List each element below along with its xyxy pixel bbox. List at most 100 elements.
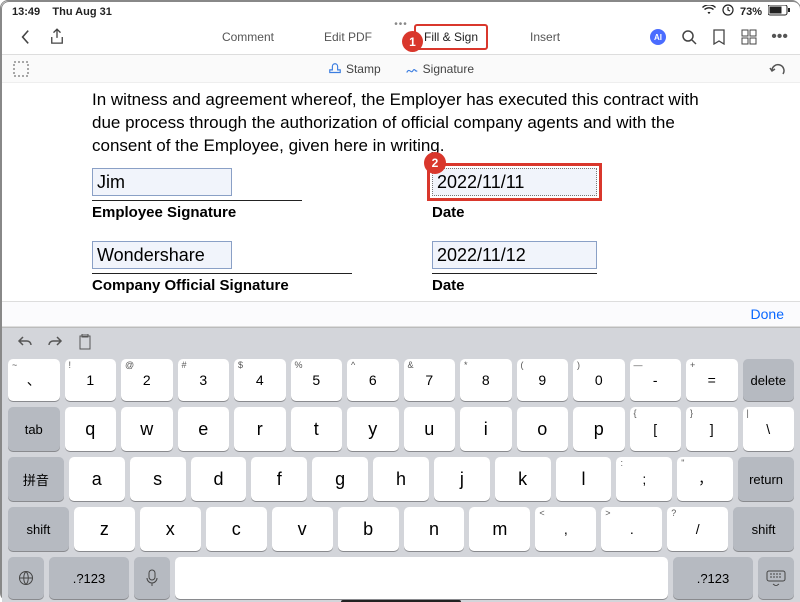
key-s[interactable]: s (130, 457, 186, 501)
status-time: 13:49 (12, 6, 40, 18)
key-l[interactable]: l (556, 457, 612, 501)
back-button[interactable] (16, 28, 34, 46)
main-toolbar: ••• Comment Edit PDF Fill & Sign Insert … (2, 19, 800, 55)
key-，[interactable]: "， (677, 457, 733, 501)
tab-comment[interactable]: Comment (214, 26, 282, 48)
undo-shortcut-icon[interactable] (16, 333, 34, 351)
key-numpad-left[interactable]: .?123 (49, 557, 129, 599)
svg-text:AI: AI (654, 33, 662, 42)
key-delete[interactable]: delete (743, 359, 795, 401)
key--[interactable]: —- (630, 359, 682, 401)
key-g[interactable]: g (312, 457, 368, 501)
redo-shortcut-icon[interactable] (46, 333, 64, 351)
key-t[interactable]: t (291, 407, 343, 451)
key-1[interactable]: !1 (65, 359, 117, 401)
key-,[interactable]: <, (535, 507, 596, 551)
virtual-keyboard: ~、!1@2#3$4%5^6&7*8(9)0—-+=delete tabqwer… (2, 355, 800, 602)
key-k[interactable]: k (495, 457, 551, 501)
tab-edit-pdf[interactable]: Edit PDF (316, 26, 380, 48)
key-hide-keyboard[interactable] (758, 557, 794, 599)
wifi-icon (702, 5, 716, 18)
key-shift-left[interactable]: shift (8, 507, 69, 551)
key-mic[interactable] (134, 557, 170, 599)
clipboard-shortcut-icon[interactable] (76, 333, 94, 351)
key-u[interactable]: u (404, 407, 456, 451)
key-p[interactable]: p (573, 407, 625, 451)
key-f[interactable]: f (251, 457, 307, 501)
key-w[interactable]: w (121, 407, 173, 451)
status-date: Thu Aug 31 (52, 6, 111, 18)
battery-icon (768, 5, 790, 19)
view-mode-button[interactable] (741, 28, 757, 46)
key-n[interactable]: n (404, 507, 465, 551)
selection-tool[interactable] (12, 60, 30, 78)
grab-handle-icon[interactable]: ••• (394, 19, 408, 30)
key-c[interactable]: c (206, 507, 267, 551)
key-\[interactable]: |\ (743, 407, 795, 451)
key-caps[interactable]: 拼音 (8, 457, 64, 501)
key-[[interactable]: {[ (630, 407, 682, 451)
key-j[interactable]: j (434, 457, 490, 501)
search-button[interactable] (681, 28, 697, 46)
key-a[interactable]: a (69, 457, 125, 501)
key-=[interactable]: += (686, 359, 738, 401)
tab-fill-sign[interactable]: Fill & Sign (414, 24, 488, 50)
key-tab[interactable]: tab (8, 407, 60, 451)
key-r[interactable]: r (234, 407, 286, 451)
key-/[interactable]: ?/ (667, 507, 728, 551)
signature-tool[interactable]: Signature (405, 62, 474, 76)
company-signature-field[interactable]: Wondershare (92, 241, 232, 269)
key-b[interactable]: b (338, 507, 399, 551)
key-v[interactable]: v (272, 507, 333, 551)
key-5[interactable]: %5 (291, 359, 343, 401)
key-o[interactable]: o (517, 407, 569, 451)
key-4[interactable]: $4 (234, 359, 286, 401)
employee-signature-field[interactable]: Jim (92, 168, 232, 196)
key-x[interactable]: x (140, 507, 201, 551)
key-h[interactable]: h (373, 457, 429, 501)
key-6[interactable]: ^6 (347, 359, 399, 401)
key-2[interactable]: @2 (121, 359, 173, 401)
document-area[interactable]: In witness and agreement whereof, the Em… (2, 83, 800, 301)
key-、[interactable]: ~、 (8, 359, 60, 401)
undo-button[interactable] (768, 60, 786, 78)
key-space[interactable] (175, 557, 668, 599)
key-globe[interactable] (8, 557, 44, 599)
key-m[interactable]: m (469, 507, 530, 551)
date-field-1[interactable]: 2022/11/11 (432, 168, 597, 196)
ai-button[interactable]: AI (649, 28, 667, 46)
bookmark-button[interactable] (711, 28, 727, 46)
share-button[interactable] (48, 28, 66, 46)
secondary-toolbar: Stamp Signature (2, 55, 800, 83)
stamp-tool[interactable]: Stamp (328, 62, 381, 76)
tab-insert[interactable]: Insert (522, 26, 568, 48)
key-][interactable]: }] (686, 407, 738, 451)
contract-paragraph: In witness and agreement whereof, the Em… (92, 89, 710, 158)
key-i[interactable]: i (460, 407, 512, 451)
key-;[interactable]: :; (616, 457, 672, 501)
date-label-2: Date (432, 273, 597, 296)
done-button[interactable]: Done (751, 306, 784, 322)
key-8[interactable]: *8 (460, 359, 512, 401)
keyboard-accessory-bar: Done (2, 301, 800, 327)
key-7[interactable]: &7 (404, 359, 456, 401)
key-return[interactable]: return (738, 457, 794, 501)
callout-badge-2: 2 (424, 152, 446, 174)
key-q[interactable]: q (65, 407, 117, 451)
key-.[interactable]: >. (601, 507, 662, 551)
key-3[interactable]: #3 (178, 359, 230, 401)
date-label-1: Date (432, 200, 597, 223)
key-9[interactable]: (9 (517, 359, 569, 401)
key-y[interactable]: y (347, 407, 399, 451)
key-numpad-right[interactable]: .?123 (673, 557, 753, 599)
more-button[interactable]: ••• (771, 28, 788, 46)
key-e[interactable]: e (178, 407, 230, 451)
key-0[interactable]: )0 (573, 359, 625, 401)
key-shift-right[interactable]: shift (733, 507, 794, 551)
home-indicator[interactable] (341, 600, 461, 602)
company-signature-label: Company Official Signature (92, 273, 352, 296)
date-field-2[interactable]: 2022/11/12 (432, 241, 597, 269)
status-bar: 13:49 Thu Aug 31 73% (2, 2, 800, 19)
key-z[interactable]: z (74, 507, 135, 551)
key-d[interactable]: d (191, 457, 247, 501)
